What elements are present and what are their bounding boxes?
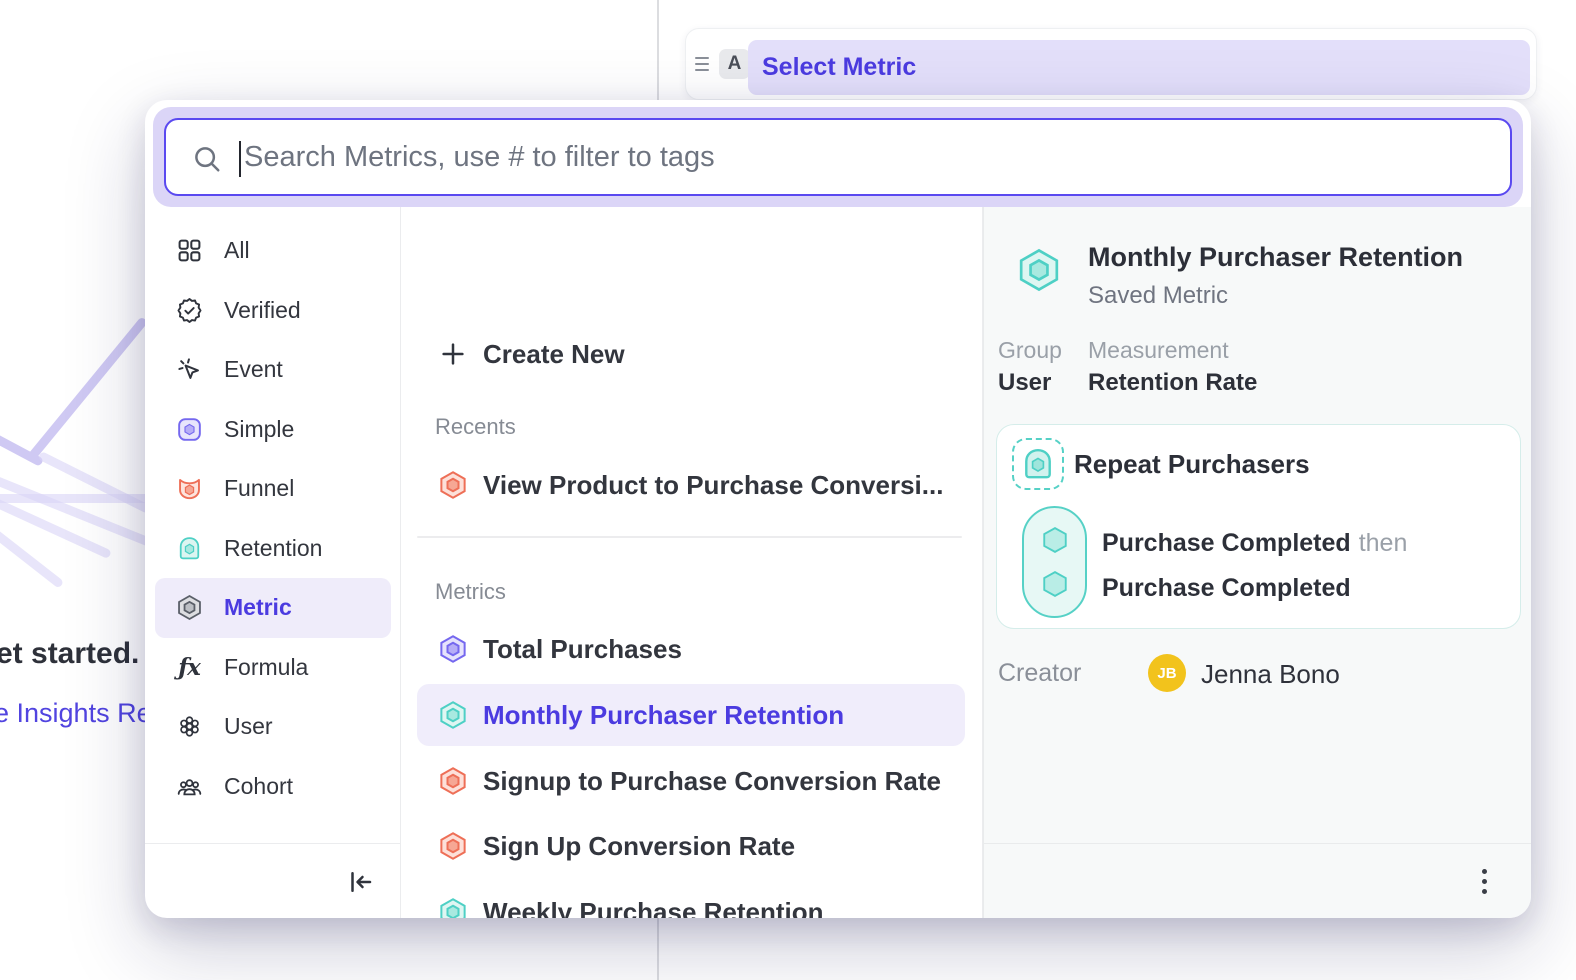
background-decoration-line [0, 494, 153, 503]
group-value: User [998, 369, 1051, 397]
insights-report-link[interactable]: e Insights Re [0, 698, 152, 729]
detail-title: Monthly Purchaser Retention [1088, 242, 1463, 273]
collapse-panel-icon[interactable] [344, 866, 376, 898]
section-divider [417, 536, 962, 538]
sidebar-item-simple[interactable]: Simple [155, 400, 391, 460]
cursor-sparkle-icon [175, 356, 203, 384]
hexagon-badge-orange [438, 766, 468, 796]
retention-arch-icon [1020, 446, 1056, 482]
get-started-text: et started. [0, 637, 139, 671]
sidebar-footer [145, 843, 400, 918]
select-metric-button[interactable]: Select Metric [748, 40, 1530, 95]
filter-sidebar: All Verified [145, 207, 401, 918]
plus-icon [438, 339, 468, 369]
sidebar-item-verified[interactable]: Verified [155, 281, 391, 341]
hexagon-badge-teal [438, 897, 468, 918]
background-decoration-line [0, 526, 64, 589]
search-focus-ring [153, 107, 1523, 207]
sidebar-item-all[interactable]: All [155, 221, 391, 281]
step-hexagon-icon [1040, 569, 1070, 599]
formula-fx-icon: ƒx [175, 653, 203, 681]
recents-section-label: Recents [435, 414, 516, 440]
sidebar-item-formula[interactable]: ƒx Formula [155, 638, 391, 698]
saved-metric-preview-card: Repeat Purchasers Purchase Completedthen [996, 424, 1521, 629]
hexagon-badge-purple [438, 634, 468, 664]
metric-detail-panel: Monthly Purchaser Retention Saved Metric… [983, 207, 1531, 918]
search-input[interactable] [166, 120, 1510, 194]
detail-footer [984, 843, 1531, 918]
retention-arch-icon [175, 534, 203, 562]
background-decoration-line [26, 316, 148, 462]
create-new-button[interactable]: Create New [417, 323, 965, 385]
hexagon-badge-teal [1016, 247, 1062, 293]
creator-label: Creator [998, 659, 1081, 688]
hexagon-badge-orange [438, 470, 468, 500]
verified-badge-icon [175, 296, 203, 324]
step-hexagon-icon [1040, 525, 1070, 555]
simple-hexagon-icon [175, 415, 203, 443]
search-field [164, 118, 1512, 196]
funnel-steps-pill [1022, 506, 1087, 618]
metrics-section-label: Metrics [435, 579, 506, 605]
sidebar-item-retention[interactable]: Retention [155, 519, 391, 579]
select-metric-label: Select Metric [762, 53, 916, 82]
creator-avatar: JB [1148, 654, 1186, 692]
measurement-label: Measurement [1088, 337, 1229, 364]
funnel-step-1: Purchase Completedthen [1102, 529, 1407, 558]
metric-item-sign-up-conversion[interactable]: Sign Up Conversion Rate [417, 815, 965, 877]
metric-item-weekly-purchase-retention[interactable]: Weekly Purchase Retention [417, 881, 965, 918]
recent-item[interactable]: View Product to Purchase Conversi... [417, 454, 965, 516]
metric-item-signup-to-purchase[interactable]: Signup to Purchase Conversion Rate [417, 750, 965, 812]
sidebar-item-cohort[interactable]: Cohort [155, 757, 391, 817]
metric-item-monthly-purchaser-retention[interactable]: Monthly Purchaser Retention [417, 684, 965, 746]
filter-list: All Verified [155, 221, 391, 816]
hexagon-badge-teal [438, 700, 468, 730]
detail-subtitle: Saved Metric [1088, 282, 1228, 310]
metric-picker-dropdown: All Verified [145, 100, 1531, 918]
metric-query-bar: A Select Metric [685, 28, 1537, 100]
sidebar-item-metric[interactable]: Metric [155, 578, 391, 638]
cohort-people-icon [175, 772, 203, 800]
drag-handle-icon[interactable] [695, 57, 711, 71]
results-column: Create New Recents View Product to Purch… [401, 207, 983, 918]
kebab-menu-icon[interactable] [1469, 866, 1499, 896]
metric-letter-badge: A [719, 49, 750, 79]
metric-hexagon-icon [175, 594, 203, 622]
sidebar-item-funnel[interactable]: Funnel [155, 459, 391, 519]
measurement-value: Retention Rate [1088, 369, 1257, 397]
picker-body: All Verified [145, 207, 1531, 918]
creator-name: Jenna Bono [1201, 659, 1340, 690]
user-cluster-icon [175, 713, 203, 741]
metric-source-icon-frame [1012, 438, 1064, 490]
funnel-card-title: Repeat Purchasers [1074, 449, 1310, 480]
metric-item-total-purchases[interactable]: Total Purchases [417, 618, 965, 680]
screen: et started. e Insights Re A Select Metri… [0, 0, 1576, 980]
sidebar-item-user[interactable]: User [155, 697, 391, 757]
group-label: Group [998, 337, 1062, 364]
hexagon-badge-orange [438, 831, 468, 861]
sidebar-item-event[interactable]: Event [155, 340, 391, 400]
grid-icon [175, 237, 203, 265]
funnel-hexagon-icon [175, 475, 203, 503]
funnel-step-2: Purchase Completed [1102, 574, 1359, 603]
